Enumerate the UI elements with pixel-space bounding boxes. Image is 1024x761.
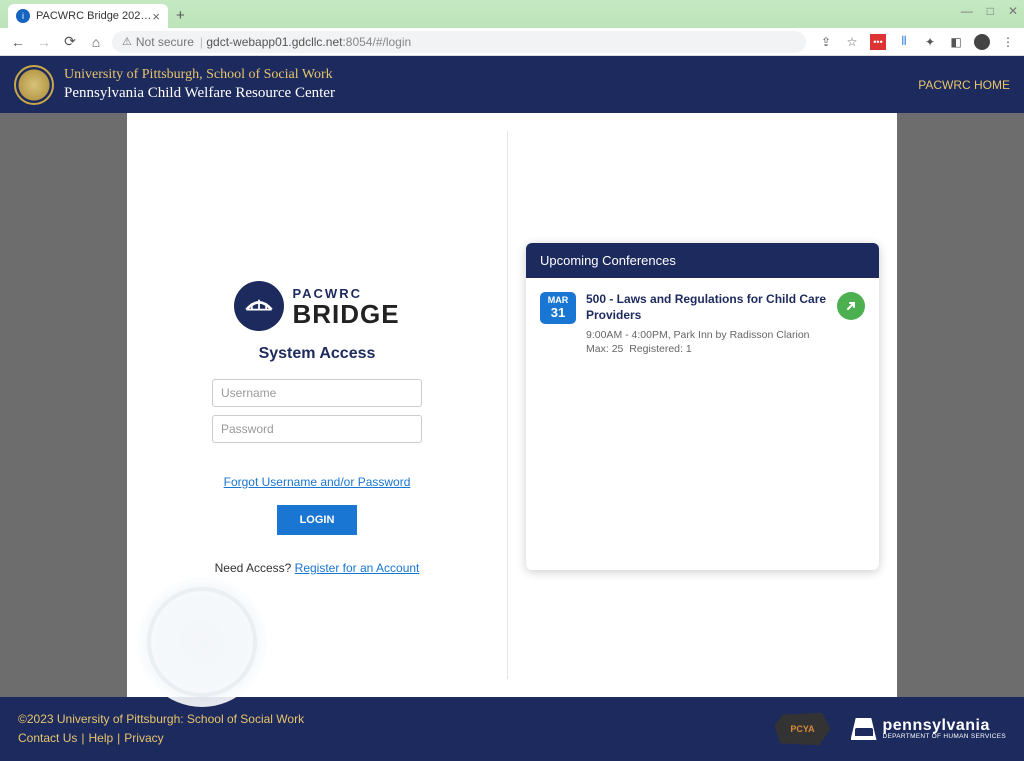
tab-title: PACWRC Bridge 2023.03.02 <box>36 10 152 22</box>
tab-favicon-icon: i <box>16 9 30 23</box>
extensions-menu-icon[interactable]: ✦ <box>922 34 938 50</box>
conference-item: MAR 31 500 - Laws and Regulations for Ch… <box>540 292 865 355</box>
pcya-logo-icon: PCYA <box>775 711 831 747</box>
tab-bar: i PACWRC Bridge 2023.03.02 × + <box>0 0 1024 28</box>
need-access-text: Need Access? Register for an Account <box>215 561 420 575</box>
pacwrc-home-link[interactable]: PACWRC HOME <box>918 78 1010 92</box>
upcoming-conferences-card: Upcoming Conferences MAR 31 500 - Laws a… <box>526 243 879 570</box>
tab-close-icon[interactable]: × <box>152 9 160 24</box>
bookmark-icon[interactable]: ☆ <box>844 34 860 50</box>
login-button[interactable]: LOGIN <box>277 505 357 535</box>
arrow-up-right-icon <box>844 299 858 313</box>
conference-time-location: 9:00AM - 4:00PM, Park Inn by Radisson Cl… <box>586 329 827 341</box>
browser-chrome: ― □ ✕ i PACWRC Bridge 2023.03.02 × + ← →… <box>0 0 1024 56</box>
app-header: University of Pittsburgh, School of Soci… <box>0 56 1024 113</box>
reload-button[interactable]: ⟳ <box>60 33 80 50</box>
conference-title: 500 - Laws and Regulations for Child Car… <box>586 292 827 323</box>
keystone-icon <box>851 718 877 740</box>
header-university: University of Pittsburgh, School of Soci… <box>64 67 918 83</box>
home-button[interactable]: ⌂ <box>86 34 106 50</box>
conference-registration: Max: 25 Registered: 1 <box>586 343 827 355</box>
app-body: PACWRC BRIDGE System Access Forgot Usern… <box>0 113 1024 697</box>
app-logo: PACWRC BRIDGE <box>234 281 399 331</box>
forward-button: → <box>34 34 54 50</box>
logo-title: BRIDGE <box>292 301 399 327</box>
bridge-logo-icon <box>234 281 284 331</box>
window-maximize-icon[interactable]: □ <box>987 4 994 18</box>
url-path: :8054/#/login <box>342 35 411 49</box>
conferences-column: Upcoming Conferences MAR 31 500 - Laws a… <box>508 113 897 697</box>
login-column: PACWRC BRIDGE System Access Forgot Usern… <box>127 113 507 697</box>
username-input[interactable] <box>212 379 422 407</box>
footer-privacy-link[interactable]: Privacy <box>124 731 163 745</box>
window-minimize-icon[interactable]: ― <box>961 4 973 18</box>
password-input[interactable] <box>212 415 422 443</box>
date-day: 31 <box>540 306 576 320</box>
forgot-password-link[interactable]: Forgot Username and/or Password <box>224 475 411 489</box>
university-seal-icon <box>14 65 54 105</box>
content-panel: PACWRC BRIDGE System Access Forgot Usern… <box>127 113 897 697</box>
browser-menu-icon[interactable]: ⋮ <box>1000 34 1016 50</box>
back-button[interactable]: ← <box>8 34 28 50</box>
footer-help-link[interactable]: Help <box>88 731 113 745</box>
share-icon[interactable]: ⇪ <box>818 34 834 50</box>
pennsylvania-dhs-logo: pennsylvania DEPARTMENT OF HUMAN SERVICE… <box>851 718 1007 741</box>
register-link[interactable]: Register for an Account <box>295 561 420 575</box>
security-warning-icon: ⚠ <box>122 35 132 48</box>
new-tab-button[interactable]: + <box>176 7 185 28</box>
extension-icon[interactable]: ⫴ <box>896 34 912 50</box>
nav-bar: ← → ⟳ ⌂ ⚠ Not secure | gdct-webapp01.gdc… <box>0 28 1024 56</box>
system-access-heading: System Access <box>259 345 376 363</box>
card-header: Upcoming Conferences <box>526 243 879 278</box>
date-badge: MAR 31 <box>540 292 576 324</box>
address-bar[interactable]: ⚠ Not secure | gdct-webapp01.gdcllc.net:… <box>112 31 806 53</box>
browser-tab[interactable]: i PACWRC Bridge 2023.03.02 × <box>8 4 168 28</box>
extension-icon[interactable]: ••• <box>870 34 886 50</box>
reading-list-icon[interactable]: ◧ <box>948 34 964 50</box>
footer-contact-link[interactable]: Contact Us <box>18 731 77 745</box>
security-label: Not secure <box>136 35 194 49</box>
open-conference-button[interactable] <box>837 292 865 320</box>
app-footer: ©2023 University of Pittsburgh: School o… <box>0 697 1024 761</box>
profile-avatar-icon[interactable] <box>974 34 990 50</box>
url-host: gdct-webapp01.gdcllc.net <box>206 35 342 49</box>
header-center: Pennsylvania Child Welfare Resource Cent… <box>64 85 918 102</box>
window-close-icon[interactable]: ✕ <box>1008 4 1018 18</box>
watermark-seal-icon <box>137 577 267 707</box>
footer-copyright: ©2023 University of Pittsburgh: School o… <box>18 710 775 729</box>
